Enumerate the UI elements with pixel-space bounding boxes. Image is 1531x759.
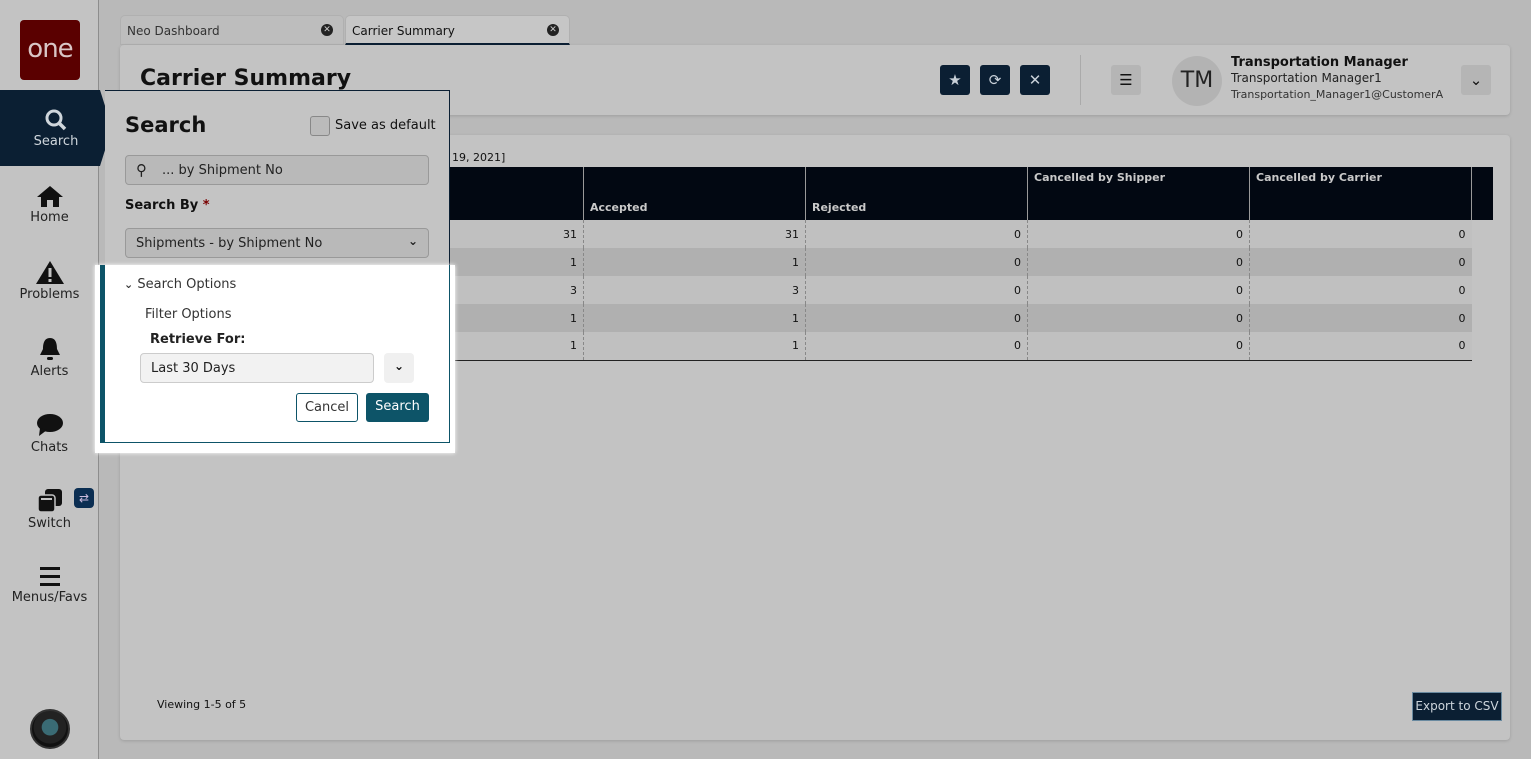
bell-icon — [39, 338, 60, 360]
export-csv-button[interactable]: Export to CSV — [1412, 692, 1502, 721]
sidebar: one Search Home Problems Alerts Chats Sw… — [0, 0, 112, 759]
sidebar-item-home[interactable]: Home — [0, 184, 99, 260]
sidebar-item-chats[interactable]: Chats — [0, 412, 99, 488]
cancel-button[interactable]: Cancel — [296, 393, 358, 422]
search-by-select[interactable]: Shipments - by Shipment No ⌄ — [125, 228, 429, 258]
home-icon — [36, 186, 63, 207]
column-header[interactable]: Rejected — [805, 167, 1028, 220]
tab-neo-dashboard[interactable]: Neo Dashboard ✕ — [120, 15, 344, 45]
app-logo[interactable]: one — [20, 20, 80, 80]
sidebar-item-alerts[interactable]: Alerts — [0, 336, 99, 412]
table-cell: 0 — [805, 248, 1028, 276]
table-cell: 0 — [805, 220, 1028, 248]
menu-icon — [39, 567, 60, 586]
user-login: Transportation_Manager1@CustomerA — [1231, 88, 1444, 101]
sidebar-item-label: Chats — [30, 440, 69, 455]
search-icon: ⚲ — [136, 161, 147, 179]
column-header[interactable]: Cancelled by Carrier — [1249, 167, 1472, 220]
table-cell: 0 — [1249, 220, 1472, 248]
switch-badge-icon[interactable]: ⇄ — [74, 488, 94, 508]
close-button[interactable]: ✕ — [1020, 65, 1050, 95]
chevron-down-icon: ⌄ — [1469, 71, 1483, 89]
table-cell: 1 — [583, 304, 806, 332]
select-value: Shipments - by Shipment No — [136, 236, 323, 251]
search-by-label: Search By * — [125, 198, 210, 213]
favorite-button[interactable]: ★ — [940, 65, 970, 95]
sidebar-item-menus-favs[interactable]: Menus/Favs — [0, 566, 99, 642]
warning-icon — [35, 261, 64, 284]
sidebar-item-label: Alerts — [30, 364, 69, 379]
refresh-icon: ⟳ — [988, 71, 1002, 89]
table-cell: 1 — [583, 248, 806, 276]
search-icon — [45, 109, 67, 131]
chevron-down-icon: ⌄ — [407, 234, 418, 248]
tab-label: Carrier Summary — [352, 24, 455, 38]
table-cell: 0 — [1027, 304, 1250, 332]
close-icon: ✕ — [1028, 71, 1042, 89]
search-placeholder: ... by Shipment No — [162, 163, 283, 178]
user-avatar[interactable]: TM — [1172, 56, 1222, 106]
user-role: Transportation Manager1 — [1231, 71, 1382, 85]
table-cell: 31 — [583, 220, 806, 248]
divider — [1080, 55, 1081, 105]
assistant-avatar[interactable] — [30, 709, 70, 749]
toggle-label: Search Options — [137, 277, 237, 292]
sidebar-item-label: Search — [33, 134, 79, 149]
switch-icon — [36, 489, 62, 513]
close-tab-icon[interactable]: ✕ — [321, 24, 333, 36]
retrieve-dropdown-button[interactable]: ⌄ — [384, 353, 414, 383]
search-options-toggle[interactable]: ⌄ Search Options — [124, 277, 236, 292]
chevron-down-icon: ⌄ — [124, 278, 134, 291]
user-menu-button[interactable]: ⌄ — [1461, 65, 1491, 95]
sidebar-item-search[interactable]: Search — [0, 90, 112, 166]
table-cell: 1 — [583, 332, 806, 361]
sidebar-item-problems[interactable]: Problems — [0, 260, 99, 336]
column-header-spacer — [1471, 167, 1493, 220]
retrieve-for-label: Retrieve For: — [150, 332, 246, 347]
chat-icon — [36, 414, 63, 436]
user-name: Transportation Manager — [1231, 55, 1408, 70]
refresh-button[interactable]: ⟳ — [980, 65, 1010, 95]
close-tab-icon[interactable]: ✕ — [547, 24, 559, 36]
sidebar-item-label: Home — [30, 210, 69, 225]
table-cell: 0 — [805, 276, 1028, 304]
menu-button[interactable]: ☰ — [1111, 65, 1141, 95]
table-cell: 0 — [1249, 248, 1472, 276]
sidebar-item-label: Menus/Favs — [11, 590, 88, 605]
chevron-down-icon: ⌄ — [393, 359, 405, 373]
pagination-info: Viewing 1-5 of 5 — [157, 698, 247, 711]
table-cell: 0 — [1027, 276, 1250, 304]
search-title: Search — [125, 113, 207, 137]
label-text: Search By — [125, 198, 199, 213]
required-marker: * — [202, 198, 210, 213]
table-cell: 0 — [1249, 276, 1472, 304]
sidebar-item-label: Switch — [28, 516, 71, 531]
page-title: Carrier Summary — [140, 66, 352, 91]
table-cell: 0 — [805, 332, 1028, 361]
save-default-checkbox[interactable] — [310, 116, 330, 136]
table-cell: 0 — [1027, 332, 1250, 361]
search-submit-button[interactable]: Search — [366, 393, 429, 422]
star-icon: ★ — [948, 71, 962, 89]
table-cell: 0 — [1027, 220, 1250, 248]
menu-icon: ☰ — [1119, 71, 1133, 89]
column-header[interactable]: Cancelled by Shipper — [1027, 167, 1250, 220]
table-cell: 0 — [805, 304, 1028, 332]
search-input[interactable]: ⚲ ... by Shipment No — [125, 155, 429, 185]
retrieve-for-select[interactable]: Last 30 Days — [140, 353, 374, 383]
sidebar-item-label: Problems — [19, 287, 80, 302]
filter-options-label: Filter Options — [145, 307, 232, 322]
table-cell: 0 — [1027, 248, 1250, 276]
table-cell: 0 — [1249, 304, 1472, 332]
table-cell: 3 — [583, 276, 806, 304]
tab-carrier-summary[interactable]: Carrier Summary ✕ — [345, 15, 570, 45]
save-default-label: Save as default — [335, 118, 436, 133]
column-header[interactable]: Accepted — [583, 167, 806, 220]
table-cell: 0 — [1249, 332, 1472, 361]
tab-label: Neo Dashboard — [127, 24, 220, 38]
